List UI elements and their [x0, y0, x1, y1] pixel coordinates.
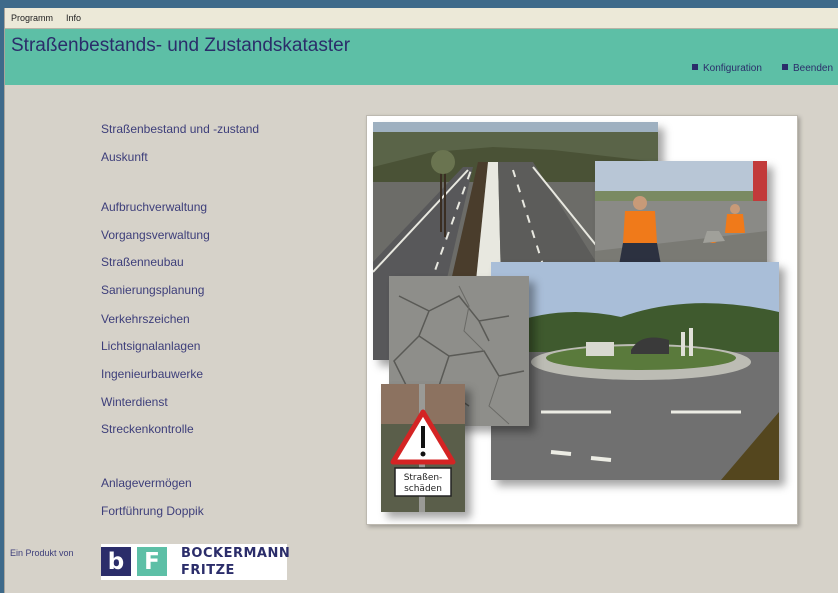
- nav-strassenneubau[interactable]: Straßenneubau: [101, 255, 184, 269]
- nav-aufbruchverwaltung[interactable]: Aufbruchverwaltung: [101, 200, 207, 214]
- menu-info[interactable]: Info: [66, 13, 81, 23]
- page-title: Straßenbestands- und Zustandskataster: [11, 35, 351, 56]
- logo-b-letter: b: [107, 549, 125, 575]
- nav-lichtsignalanlagen[interactable]: Lichtsignalanlagen: [101, 339, 200, 353]
- menu-bar: Programm Info: [5, 8, 838, 29]
- sign-text-line-1: Straßen-: [404, 473, 443, 483]
- app-window: Programm Info Straßenbestands- und Zusta…: [4, 8, 838, 593]
- konfiguration-label: Konfiguration: [703, 63, 762, 74]
- header-banner: Straßenbestands- und Zustandskataster Ko…: [5, 29, 838, 85]
- beenden-label: Beenden: [793, 63, 834, 74]
- square-bullet-icon: [782, 64, 788, 70]
- nav-verkehrszeichen[interactable]: Verkehrszeichen: [101, 312, 190, 326]
- nav-vorgangsverwaltung[interactable]: Vorgangsverwaltung: [101, 228, 210, 242]
- nav-ingenieurbauwerke[interactable]: Ingenieurbauwerke: [101, 367, 203, 381]
- warning-sign-photo: Straßen- schäden: [381, 384, 465, 512]
- beenden-link[interactable]: Beenden: [782, 63, 833, 74]
- nav-strassenbestand[interactable]: Straßenbestand und -zustand: [101, 122, 259, 136]
- logo-text-bockermann: BOCKERMANN: [181, 546, 291, 561]
- nav-sanierungsplanung[interactable]: Sanierungsplanung: [101, 283, 204, 297]
- roundabout-photo: [491, 262, 779, 480]
- nav-streckenkontrolle[interactable]: Streckenkontrolle: [101, 422, 194, 436]
- logo-f-letter: F: [144, 549, 160, 575]
- bockermann-fritze-logo: b F BOCKERMANN FRITZE: [101, 544, 291, 580]
- square-bullet-icon: [692, 64, 698, 70]
- logo-f-box: F: [137, 547, 167, 576]
- menu-programm[interactable]: Programm: [11, 13, 53, 23]
- logo-text-fritze: FRITZE: [181, 563, 235, 578]
- nav-auskunft[interactable]: Auskunft: [101, 150, 148, 164]
- nav-fortfuehrung-doppik[interactable]: Fortführung Doppik: [101, 504, 204, 518]
- nav-winterdienst[interactable]: Winterdienst: [101, 395, 168, 409]
- sign-text-line-2: schäden: [404, 484, 442, 494]
- photo-collage: Straßen- schäden: [366, 115, 798, 525]
- konfiguration-link[interactable]: Konfiguration: [692, 63, 762, 74]
- logo-b-box: b: [101, 547, 131, 576]
- product-by-label: Ein Produkt von: [10, 548, 74, 558]
- nav-anlagevermoegen[interactable]: Anlagevermögen: [101, 476, 192, 490]
